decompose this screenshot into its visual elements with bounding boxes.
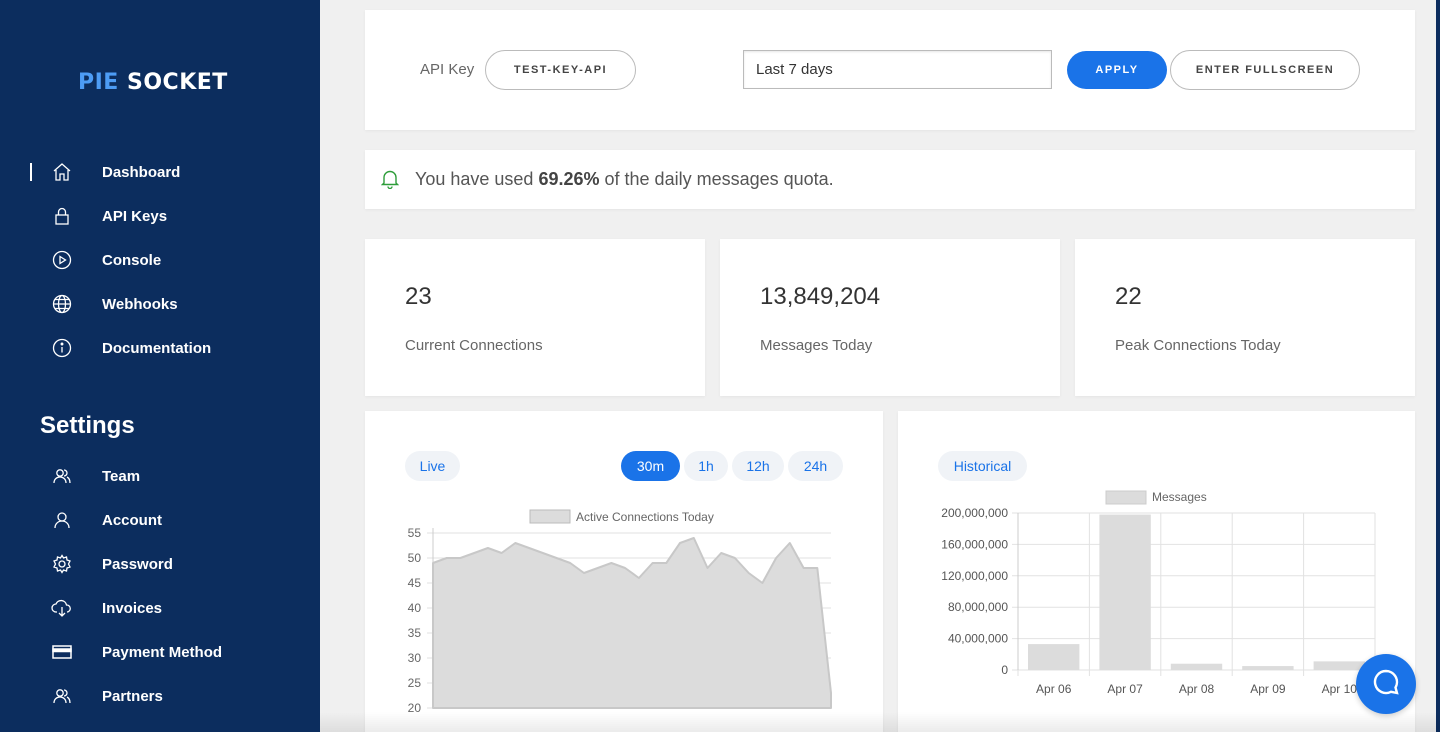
y-tick-label: 200,000,000 bbox=[941, 506, 1008, 520]
user-icon bbox=[50, 508, 74, 532]
quota-message-prefix: You have used bbox=[415, 169, 539, 189]
sidebar-item-invoices[interactable]: Invoices bbox=[0, 588, 320, 628]
enter-fullscreen-button[interactable]: ENTER FULLSCREEN bbox=[1170, 50, 1360, 90]
sidebar-item-label: Console bbox=[102, 251, 162, 269]
chat-widget-button[interactable] bbox=[1356, 654, 1416, 714]
stat-value: 23 bbox=[405, 283, 432, 310]
users-icon bbox=[50, 684, 74, 708]
y-tick-label: 45 bbox=[408, 576, 422, 590]
cloud-download-icon bbox=[50, 596, 74, 620]
api-key-label: API Key bbox=[420, 61, 475, 78]
y-tick-label: 50 bbox=[408, 551, 422, 565]
stat-card-peak-connections: 22 Peak Connections Today bbox=[1075, 239, 1415, 396]
stat-label: Messages Today bbox=[760, 337, 873, 354]
sidebar-item-label: Documentation bbox=[102, 339, 212, 357]
globe-icon bbox=[50, 292, 74, 316]
bar bbox=[1313, 661, 1365, 670]
y-tick-label: 160,000,000 bbox=[941, 537, 1008, 551]
users-icon bbox=[50, 464, 74, 488]
sidebar-item-partners[interactable]: Partners bbox=[0, 676, 320, 716]
bar bbox=[1028, 644, 1080, 670]
sidebar-item-label: Invoices bbox=[102, 599, 163, 617]
toolbar-card: API Key TEST-KEY-API APPLY ENTER FULLSCR… bbox=[365, 10, 1415, 130]
x-tick-label: Apr 09 bbox=[1250, 682, 1286, 696]
logo-text-pie: PIE bbox=[78, 70, 119, 95]
bar bbox=[1242, 666, 1294, 670]
y-tick-label: 35 bbox=[408, 626, 422, 640]
x-tick-label: Apr 10 bbox=[1322, 682, 1358, 696]
play-circle-icon bbox=[50, 248, 74, 272]
sidebar-item-account[interactable]: Account bbox=[0, 500, 320, 540]
y-tick-label: 30 bbox=[408, 651, 422, 665]
y-tick-label: 0 bbox=[1001, 663, 1008, 677]
y-tick-label: 20 bbox=[408, 701, 422, 715]
legend-label: Messages bbox=[1152, 490, 1207, 504]
range-tab-1h[interactable]: 1h bbox=[684, 451, 728, 481]
sidebar-item-webhooks[interactable]: Webhooks bbox=[0, 284, 320, 324]
stat-label: Peak Connections Today bbox=[1115, 337, 1281, 354]
x-tick-label: Apr 06 bbox=[1036, 682, 1072, 696]
y-tick-label: 80,000,000 bbox=[948, 600, 1008, 614]
sidebar-item-label: Payment Method bbox=[102, 643, 223, 661]
range-tab-30m[interactable]: 30m bbox=[621, 451, 680, 481]
logo-text-socket: SOCKET bbox=[118, 70, 228, 95]
legend-label: Active Connections Today bbox=[576, 510, 714, 524]
home-icon bbox=[50, 160, 74, 184]
y-tick-label: 25 bbox=[408, 676, 422, 690]
bar bbox=[1099, 514, 1151, 670]
info-icon bbox=[50, 336, 74, 360]
scrollbar-edge bbox=[1436, 0, 1440, 732]
stat-label: Current Connections bbox=[405, 337, 543, 354]
sidebar-item-label: Webhooks bbox=[102, 295, 178, 313]
sidebar-item-console[interactable]: Console bbox=[0, 240, 320, 280]
settings-heading: Settings bbox=[40, 412, 135, 439]
quota-message: You have used 69.26% of the daily messag… bbox=[415, 169, 834, 190]
sidebar: PIE SOCKET Dashboard API Keys Console We… bbox=[0, 0, 320, 732]
y-tick-label: 120,000,000 bbox=[941, 569, 1008, 583]
sidebar-item-label: Password bbox=[102, 555, 173, 573]
pie-socket-logo[interactable]: PIE SOCKET bbox=[78, 70, 228, 95]
range-tab-12h[interactable]: 12h bbox=[732, 451, 784, 481]
lock-icon bbox=[50, 204, 74, 228]
gear-icon bbox=[50, 552, 74, 576]
historical-tag: Historical bbox=[938, 451, 1027, 481]
quota-message-suffix: of the daily messages quota. bbox=[599, 169, 834, 189]
stat-card-messages-today: 13,849,204 Messages Today bbox=[720, 239, 1060, 396]
sidebar-item-dashboard[interactable]: Dashboard bbox=[0, 152, 320, 192]
quota-alert: You have used 69.26% of the daily messag… bbox=[365, 150, 1415, 209]
live-tag: Live bbox=[405, 451, 460, 481]
chat-bubble-icon bbox=[1372, 668, 1400, 701]
stat-value: 13,849,204 bbox=[760, 283, 881, 310]
api-key-selector[interactable]: TEST-KEY-API bbox=[485, 50, 636, 90]
sidebar-item-password[interactable]: Password bbox=[0, 544, 320, 584]
historical-messages-chart: Messages 200,000,000 160,000,000 120,000,00… bbox=[941, 490, 1376, 696]
sidebar-item-documentation[interactable]: Documentation bbox=[0, 328, 320, 368]
date-range-input[interactable] bbox=[743, 50, 1052, 89]
y-tick-label: 40,000,000 bbox=[948, 632, 1008, 646]
sidebar-item-payment-method[interactable]: Payment Method bbox=[0, 632, 320, 672]
sidebar-item-label: Partners bbox=[102, 687, 163, 705]
sidebar-item-label: Dashboard bbox=[102, 163, 181, 181]
bell-icon bbox=[380, 169, 400, 194]
sidebar-item-label: Team bbox=[102, 467, 141, 485]
legend-swatch bbox=[529, 509, 571, 524]
x-tick-label: Apr 08 bbox=[1179, 682, 1215, 696]
stat-value: 22 bbox=[1115, 283, 1142, 310]
credit-card-icon bbox=[50, 640, 74, 664]
x-tick-label: Apr 07 bbox=[1107, 682, 1143, 696]
bar bbox=[1170, 663, 1223, 670]
sidebar-item-team[interactable]: Team bbox=[0, 456, 320, 496]
apply-button[interactable]: APPLY bbox=[1067, 51, 1167, 89]
sidebar-item-label: Account bbox=[102, 511, 162, 529]
quota-percent: 69.26% bbox=[538, 169, 600, 189]
series-area-active-connections bbox=[432, 537, 832, 709]
legend-swatch bbox=[1105, 490, 1147, 505]
sidebar-item-api-keys[interactable]: API Keys bbox=[0, 196, 320, 236]
y-tick-label: 55 bbox=[408, 526, 422, 540]
stat-card-current-connections: 23 Current Connections bbox=[365, 239, 705, 396]
range-tab-24h[interactable]: 24h bbox=[788, 451, 843, 481]
live-connections-chart: Active Connections Today 55 50 45 40 35 30 25 20 bbox=[408, 509, 832, 715]
sidebar-item-label: API Keys bbox=[102, 207, 168, 225]
y-tick-label: 40 bbox=[408, 601, 422, 615]
